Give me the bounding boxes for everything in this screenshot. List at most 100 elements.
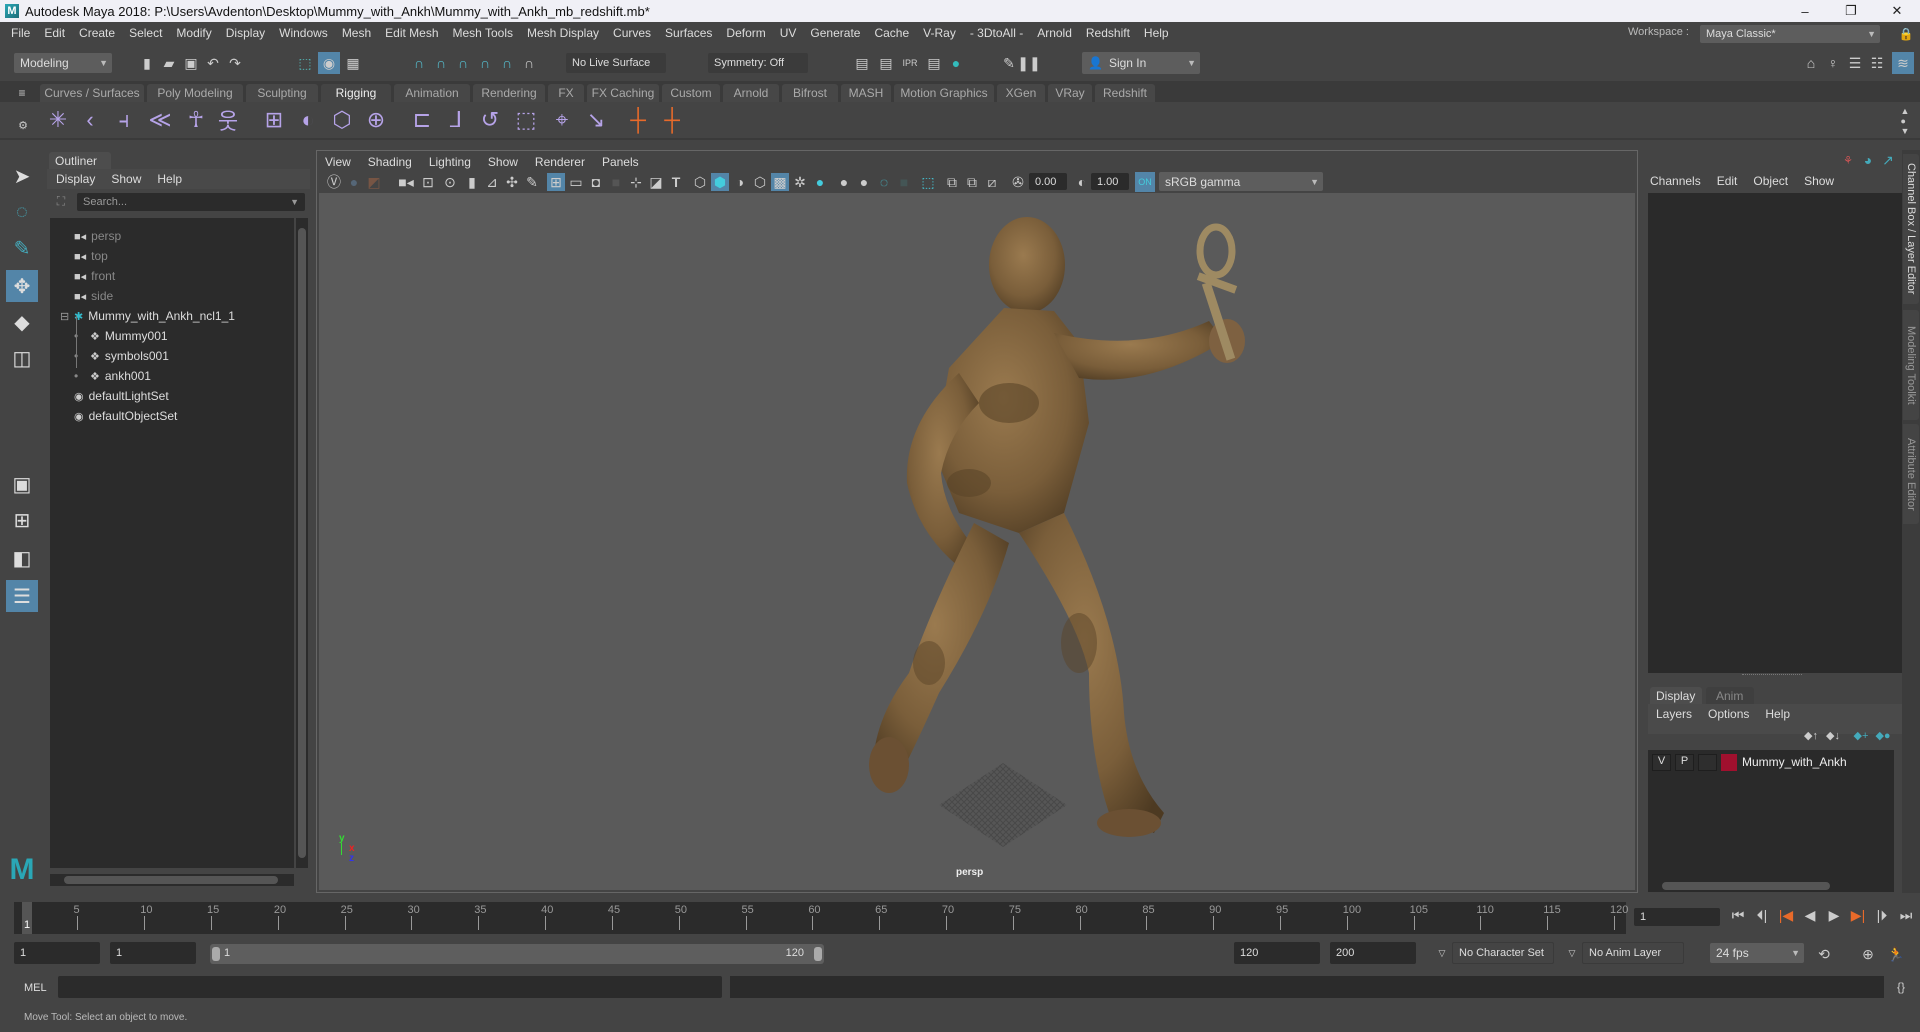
go-to-end-icon[interactable]: ⏭ [1896, 907, 1916, 924]
close-button[interactable]: ✕ [1874, 0, 1920, 22]
range-start-handle[interactable] [212, 947, 220, 961]
outliner-item[interactable]: ◉ defaultLightSet [74, 386, 169, 406]
snap-point-icon[interactable]: ∩ [454, 54, 472, 72]
step-back-frame-icon[interactable]: |◀ [1776, 907, 1796, 924]
menuset-dropdown[interactable]: Modeling ▼ [14, 53, 112, 73]
shelf-settings-icon[interactable]: ⚙ [16, 118, 30, 132]
ipr-render-icon[interactable]: IPR [900, 54, 920, 72]
new-layer-selected-icon[interactable]: ◆● [1874, 727, 1892, 743]
viewport-menu-view[interactable]: View [325, 155, 351, 169]
layer-menu-help[interactable]: Help [1765, 707, 1790, 721]
vray-ipr-icon[interactable]: ● [345, 173, 363, 191]
scale-tool-icon[interactable]: ◫ [6, 342, 38, 374]
scrollbar-thumb[interactable] [1662, 882, 1830, 890]
start-time-field[interactable]: 1 [14, 942, 100, 964]
snap-surface-icon[interactable]: ∩ [498, 54, 516, 72]
range-slider[interactable]: 1 120 [210, 944, 824, 964]
use-all-lights-icon[interactable]: ✲ [791, 173, 809, 191]
paint-weights-icon[interactable]: ◐ [294, 104, 322, 136]
single-perspective-layout-icon[interactable]: ▣ [6, 468, 38, 500]
aim-constraint-icon[interactable]: ⌖ [548, 104, 576, 136]
outliner-item[interactable]: ■◂ side [74, 286, 113, 306]
outliner-item[interactable]: • ❖ ankh001 [74, 366, 151, 386]
shelf-tab-curves-surfaces[interactable]: Curves / Surfaces [40, 84, 144, 102]
snap-grid-icon[interactable]: ∩ [410, 54, 428, 72]
character-set-field[interactable]: No Character Set [1452, 942, 1554, 964]
viewport-menu-shading[interactable]: Shading [368, 155, 412, 169]
depth-of-field-icon[interactable]: ■ [895, 173, 913, 191]
lattice-icon[interactable]: ⬡ [328, 104, 356, 136]
go-to-start-icon[interactable]: ⏮ [1728, 907, 1748, 924]
layer-name[interactable]: Mummy_with_Ankh [1742, 755, 1847, 769]
menu-select[interactable]: Select [122, 26, 169, 40]
channelbox-menu-edit[interactable]: Edit [1717, 174, 1738, 188]
shelf-tab-motion-graphics[interactable]: Motion Graphics [894, 84, 994, 102]
command-language-toggle[interactable]: MEL [24, 982, 47, 994]
undo-icon[interactable]: ↶ [204, 54, 222, 72]
command-input[interactable] [58, 976, 722, 998]
hypershade-icon[interactable]: ● [946, 54, 966, 72]
xray-icon[interactable]: ⧉ [943, 173, 961, 191]
render-settings-icon[interactable]: ▤ [924, 54, 944, 72]
resolution-gate-icon[interactable]: ◘ [587, 173, 605, 191]
layer-visibility-toggle[interactable]: V [1652, 754, 1671, 771]
2d-pan-zoom-icon[interactable]: ✣ [503, 173, 521, 191]
menu-mesh-display[interactable]: Mesh Display [520, 26, 606, 40]
viewport-menu-renderer[interactable]: Renderer [535, 155, 585, 169]
shelf-tab-rendering[interactable]: Rendering [473, 84, 545, 102]
image-plane-icon[interactable]: ⊿ [483, 173, 501, 191]
add-attribute-icon[interactable]: ┼ [624, 104, 652, 136]
outliner-item[interactable]: ◉ defaultObjectSet [74, 406, 177, 426]
shelf-tab-sculpting[interactable]: Sculpting [246, 84, 318, 102]
shelf-tab-xgen[interactable]: XGen [997, 84, 1045, 102]
channelbox-menu-show[interactable]: Show [1804, 174, 1834, 188]
connect-attribute-icon[interactable]: ┼ [658, 104, 686, 136]
shelf-tab-rigging[interactable]: Rigging [321, 84, 391, 102]
two-view-layout-icon[interactable]: ◧ [6, 542, 38, 574]
parent-constraint-icon[interactable]: ⊏ [408, 104, 436, 136]
menu-display[interactable]: Display [219, 26, 272, 40]
lock-camera-icon[interactable]: ⊡ [419, 173, 437, 191]
bookmark-icon[interactable]: ▮ [463, 173, 481, 191]
quick-rig-icon[interactable]: ☥ [182, 104, 210, 136]
select-tool-icon[interactable]: ➤ [6, 160, 38, 192]
cluster-icon[interactable]: ⊕ [362, 104, 390, 136]
isolate-select-icon[interactable]: ⬚ [919, 173, 937, 191]
redshift-render-icon[interactable]: ✎ [1000, 54, 1018, 72]
menu-mesh-tools[interactable]: Mesh Tools [446, 26, 520, 40]
menu-edit-mesh[interactable]: Edit Mesh [378, 26, 445, 40]
wireframe-on-shaded-icon[interactable]: ⬡ [751, 173, 769, 191]
mirror-joint-icon[interactable]: ⫞ [110, 104, 138, 136]
character-set-chevron-icon[interactable]: ▽ [1436, 946, 1448, 960]
vray-region-icon[interactable]: ◩ [365, 173, 383, 191]
channel-box-toggle-icon[interactable]: ☰ [1846, 54, 1864, 72]
gamma-icon[interactable]: ◐ [1073, 173, 1091, 191]
render-frame-icon[interactable]: ▤ [876, 54, 896, 72]
outliner-menu-display[interactable]: Display [56, 172, 95, 186]
motion-blur-icon[interactable]: ● [855, 173, 873, 191]
xray-joints-icon[interactable]: ⧄ [983, 173, 1001, 191]
bind-skin-icon[interactable]: ⊞ [260, 104, 288, 136]
vray-icon[interactable]: Ⓥ [325, 173, 343, 191]
viewport-menu-show[interactable]: Show [488, 155, 518, 169]
outliner-menu-help[interactable]: Help [157, 172, 182, 186]
modeling-toolkit-icon[interactable]: ⌂ [1802, 54, 1820, 72]
sign-in-dropdown[interactable]: 👤 Sign In ▼ [1082, 52, 1200, 74]
menu-deform[interactable]: Deform [719, 26, 772, 40]
paint-select-tool-icon[interactable]: ✎ [6, 232, 38, 264]
step-back-key-icon[interactable]: ⏴| [1752, 907, 1772, 924]
outliner-item[interactable]: ⊟ ✱ Mummy_with_Ankh_ncl1_1 [60, 306, 235, 326]
save-scene-icon[interactable]: ▣ [182, 54, 200, 72]
layer-tab-display[interactable]: Display [1650, 687, 1702, 704]
menu-edit[interactable]: Edit [37, 26, 72, 40]
outliner-menu-show[interactable]: Show [111, 172, 141, 186]
outliner-layout-icon[interactable]: ☰ [6, 580, 38, 612]
open-scene-icon[interactable]: ▰ [160, 54, 178, 72]
point-constraint-icon[interactable]: ⅃ [442, 104, 470, 136]
menu-mesh[interactable]: Mesh [335, 26, 378, 40]
move-layer-up-icon[interactable]: ◆↑ [1802, 727, 1820, 743]
xray-active-icon[interactable]: ⧉ [963, 173, 981, 191]
manipulator-icon[interactable]: ⚘ [1840, 152, 1856, 168]
layer-horizontal-scrollbar[interactable] [1648, 880, 1894, 892]
outliner-item[interactable]: •❖Mummy001 [74, 326, 168, 346]
